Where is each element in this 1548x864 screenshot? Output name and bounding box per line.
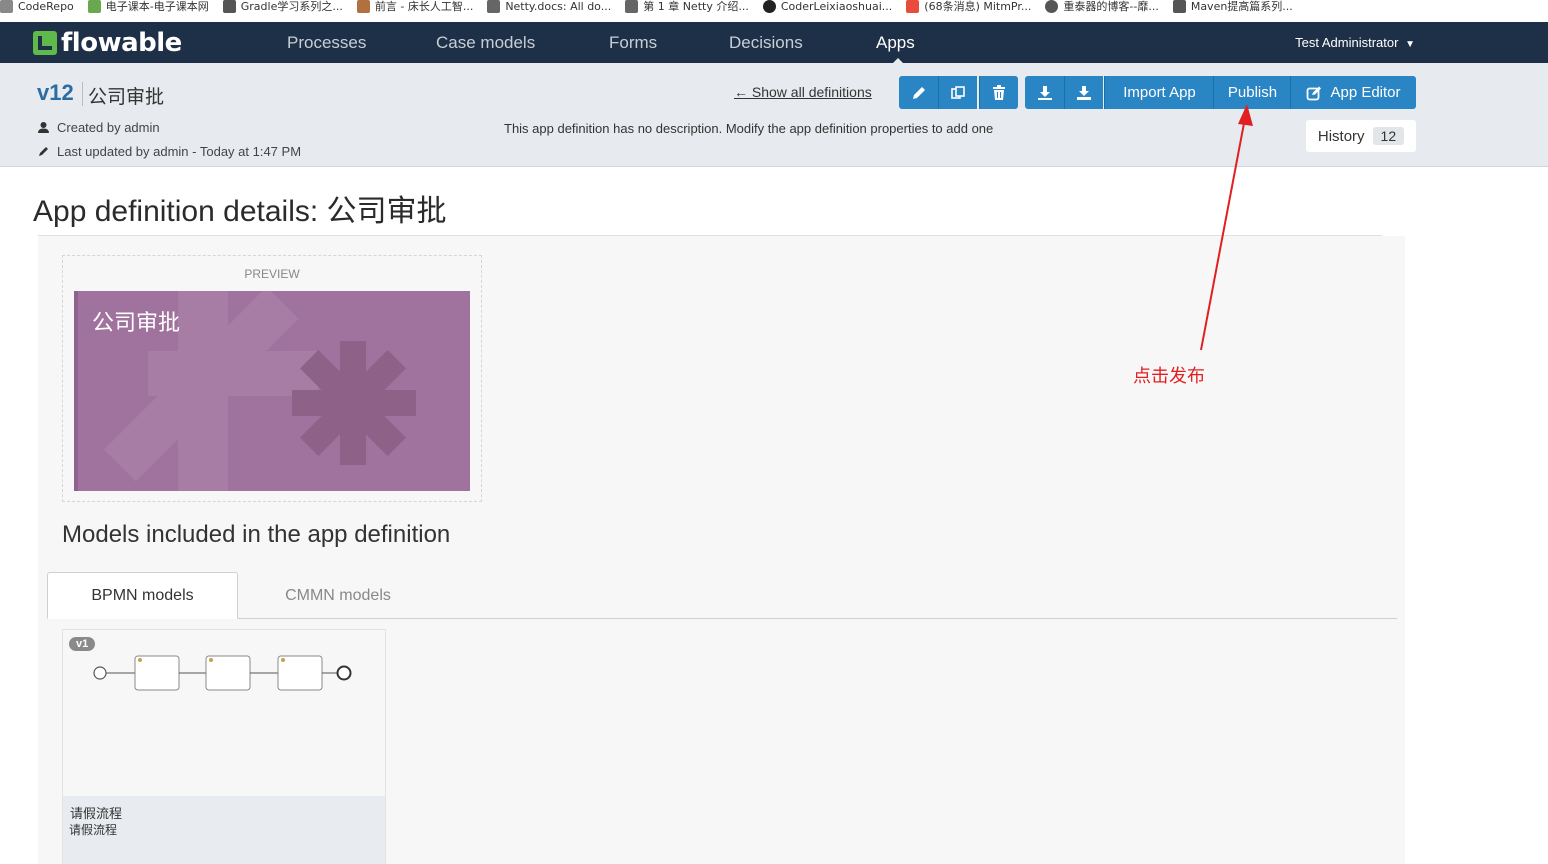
flowable-logo-icon bbox=[33, 31, 57, 55]
bpmn-thumbnail: v1 bbox=[63, 630, 385, 796]
copy-icon bbox=[951, 85, 965, 99]
trash-icon bbox=[993, 84, 1005, 100]
delete-button[interactable] bbox=[979, 76, 1018, 109]
bpmn-diagram bbox=[93, 655, 352, 691]
bookmark-item[interactable]: Netty.docs: All do... bbox=[487, 0, 611, 13]
history-count-badge: 12 bbox=[1372, 127, 1405, 145]
tile-title: 公司审批 bbox=[92, 311, 181, 336]
nav-decisions[interactable]: Decisions bbox=[729, 33, 803, 53]
github-icon bbox=[762, 0, 776, 13]
tab-bpmn-models[interactable]: BPMN models bbox=[47, 572, 238, 619]
bookmark-label: Gradle学习系列之... bbox=[240, 0, 343, 13]
bookmark-item[interactable]: 前言 - 床长人工智... bbox=[356, 0, 474, 14]
created-by-text: Created by admin bbox=[57, 120, 160, 135]
bookmark-label: 重泰器的博客--靡... bbox=[1063, 0, 1159, 13]
history-label: History bbox=[1317, 127, 1365, 145]
nav-case-models[interactable]: Case models bbox=[436, 33, 535, 53]
bookmark-icon bbox=[1045, 0, 1059, 13]
pencil-icon bbox=[39, 147, 48, 156]
bookmark-icon bbox=[87, 0, 101, 13]
version-label: v12 bbox=[37, 80, 74, 105]
bookmark-item[interactable]: CoderLeixiaoshuai... bbox=[762, 0, 893, 13]
model-card[interactable]: v1 请假流程 请假流程 bbox=[62, 629, 386, 864]
app-editor-button[interactable]: App Editor bbox=[1290, 76, 1416, 109]
bookmark-icon bbox=[356, 0, 370, 13]
history-button[interactable]: History 12 bbox=[1306, 120, 1416, 152]
export-bar-button[interactable] bbox=[1064, 76, 1103, 109]
bookmark-item[interactable]: Maven提高篇系列... bbox=[1172, 0, 1293, 14]
chevron-down-icon: ▼ bbox=[1405, 39, 1415, 50]
bookmark-label: CoderLeixiaoshuai... bbox=[780, 0, 893, 13]
app-preview: PREVIEW 公司审批 bbox=[62, 255, 482, 502]
bookmark-icon bbox=[1172, 0, 1186, 13]
created-by: Created by admin bbox=[37, 120, 160, 135]
bookmark-icon bbox=[222, 0, 236, 13]
brand-name: flowable bbox=[61, 28, 182, 58]
user-name: Test Administrator bbox=[1295, 35, 1399, 50]
app-name: 公司审批 bbox=[88, 86, 165, 108]
nav-forms[interactable]: Forms bbox=[609, 33, 657, 53]
bookmarks-bar: CodeRepo 电子课本-电子课本网 Gradle学习系列之... 前言 - … bbox=[0, 0, 1548, 22]
nav-apps[interactable]: Apps bbox=[876, 33, 915, 53]
bookmark-icon bbox=[487, 0, 501, 13]
bookmark-label: Netty.docs: All do... bbox=[505, 0, 612, 13]
edit-button[interactable] bbox=[899, 76, 938, 109]
bookmark-label: 第 1 章 Netty 介绍... bbox=[643, 0, 749, 13]
model-card-footer: 请假流程 请假流程 bbox=[63, 796, 385, 864]
export-button[interactable] bbox=[1025, 76, 1064, 109]
model-name: 请假流程 bbox=[70, 807, 123, 822]
app-definition-header: v12 公司审批 Created by admin Last updated b… bbox=[0, 63, 1548, 167]
bookmark-item[interactable]: Gradle学习系列之... bbox=[222, 0, 343, 14]
annotation-text: 点击发布 bbox=[1133, 366, 1205, 387]
bookmark-item[interactable]: CodeRepo bbox=[0, 0, 74, 13]
bookmark-label: CodeRepo bbox=[18, 0, 74, 13]
model-description: 请假流程 bbox=[69, 823, 118, 837]
download-icon bbox=[1037, 85, 1052, 100]
export-icon bbox=[1077, 85, 1091, 100]
updated-by-text: Last updated by admin - Today at 1:47 PM bbox=[57, 144, 302, 159]
show-all-definitions-link[interactable]: ← Show all definitions bbox=[734, 84, 872, 100]
bookmark-item[interactable]: 重泰器的博客--靡... bbox=[1045, 0, 1159, 14]
duplicate-button[interactable] bbox=[938, 76, 977, 109]
top-navbar: flowable Processes Case models Forms Dec… bbox=[0, 22, 1548, 64]
bookmark-label: (68条消息) MitmPr... bbox=[924, 0, 1032, 13]
divider bbox=[82, 82, 83, 106]
bookmark-label: Maven提高篇系列... bbox=[1190, 0, 1293, 13]
page-title: App definition details: 公司审批 bbox=[33, 195, 447, 228]
publish-button[interactable]: Publish bbox=[1213, 76, 1291, 109]
bookmark-icon bbox=[0, 0, 13, 13]
bookmark-item[interactable]: 电子课本-电子课本网 bbox=[87, 0, 209, 14]
user-icon bbox=[38, 122, 49, 133]
flowable-logo[interactable]: flowable bbox=[33, 28, 182, 58]
bookmark-label: 前言 - 床长人工智... bbox=[374, 0, 474, 13]
pencil-icon bbox=[912, 86, 925, 99]
nav-processes[interactable]: Processes bbox=[287, 33, 366, 53]
edit-square-icon bbox=[1307, 86, 1322, 100]
tab-cmmn-models[interactable]: CMMN models bbox=[238, 572, 438, 619]
bookmark-label: 电子课本-电子课本网 bbox=[105, 0, 209, 13]
bookmark-item[interactable]: 第 1 章 Netty 介绍... bbox=[625, 0, 749, 14]
preview-label: PREVIEW bbox=[244, 267, 300, 281]
user-menu[interactable]: Test Administrator ▼ bbox=[1295, 35, 1415, 50]
import-app-button[interactable]: Import App bbox=[1104, 76, 1214, 109]
models-section-title: Models included in the app definition bbox=[62, 521, 451, 548]
app-tile[interactable]: 公司审批 bbox=[74, 291, 470, 491]
csdn-icon bbox=[906, 0, 920, 13]
app-editor-label: App Editor bbox=[1330, 84, 1401, 101]
updated-by: Last updated by admin - Today at 1:47 PM bbox=[37, 144, 301, 159]
bookmark-item[interactable]: (68条消息) MitmPr... bbox=[906, 0, 1031, 14]
app-description: This app definition has no description. … bbox=[504, 121, 994, 136]
bookmark-icon bbox=[625, 0, 639, 13]
